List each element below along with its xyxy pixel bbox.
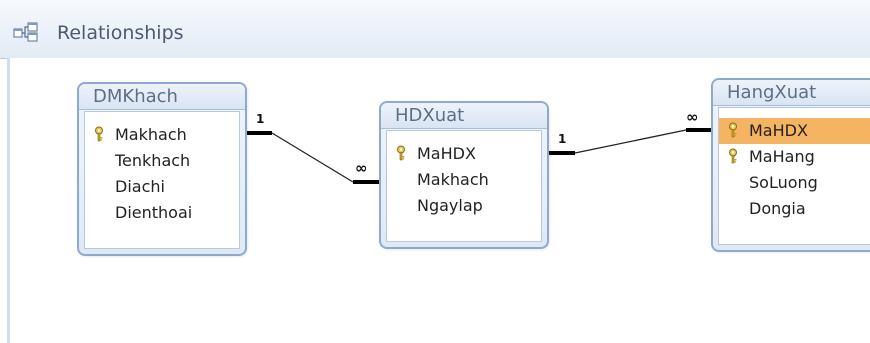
- table-title[interactable]: DMKhach: [79, 84, 245, 110]
- relationships-tab[interactable]: Relationships: [0, 0, 870, 59]
- table-hangxuat[interactable]: HangXuat MaHDX MaHang SoLuong Dongia: [711, 78, 870, 252]
- table-title[interactable]: HDXuat: [381, 103, 547, 129]
- field-tenkhach[interactable]: Tenkhach: [85, 148, 239, 174]
- one-label: 1: [558, 132, 567, 146]
- field-label: Ngaylap: [417, 196, 483, 215]
- many-label: ∞: [686, 108, 699, 126]
- many-label: ∞: [355, 159, 368, 177]
- table-title[interactable]: HangXuat: [713, 80, 870, 106]
- field-mahdx[interactable]: MaHDX: [387, 141, 541, 167]
- table-hdxuat[interactable]: HDXuat MaHDX Makhach Ngaylap: [379, 101, 549, 249]
- field-makhach[interactable]: Makhach: [387, 167, 541, 193]
- field-label: Diachi: [115, 177, 165, 196]
- primary-key-icon: [729, 148, 737, 164]
- primary-key-icon: [95, 126, 103, 142]
- relationships-icon: [13, 22, 38, 42]
- field-mahdx[interactable]: MaHDX: [719, 118, 870, 144]
- table-dmkhach[interactable]: DMKhach Makhach Tenkhach Diachi Dienthoa…: [77, 82, 247, 256]
- one-label: 1: [256, 112, 265, 126]
- field-soluong[interactable]: SoLuong: [719, 170, 870, 196]
- field-diachi[interactable]: Diachi: [85, 174, 239, 200]
- field-makhach[interactable]: Makhach: [85, 122, 239, 148]
- field-list: Makhach Tenkhach Diachi Dienthoai: [84, 111, 240, 249]
- field-mahang[interactable]: MaHang: [719, 144, 870, 170]
- primary-key-icon: [397, 145, 405, 161]
- field-label: MaHDX: [417, 144, 476, 163]
- field-label: MaHDX: [749, 121, 808, 140]
- field-label: Tenkhach: [115, 151, 191, 170]
- primary-key-icon: [729, 122, 737, 138]
- field-label: MaHang: [749, 147, 815, 166]
- field-label: SoLuong: [749, 173, 818, 192]
- field-dienthoai[interactable]: Dienthoai: [85, 200, 239, 226]
- field-label: Makhach: [417, 170, 489, 189]
- field-list: MaHDX MaHang SoLuong Dongia: [718, 107, 870, 245]
- field-list: MaHDX Makhach Ngaylap: [386, 130, 542, 242]
- field-label: Dongia: [749, 199, 806, 218]
- field-label: Dienthoai: [115, 203, 193, 222]
- tab-title: Relationships: [57, 22, 184, 44]
- field-ngaylap[interactable]: Ngaylap: [387, 193, 541, 219]
- field-label: Makhach: [115, 125, 187, 144]
- field-dongia[interactable]: Dongia: [719, 196, 870, 222]
